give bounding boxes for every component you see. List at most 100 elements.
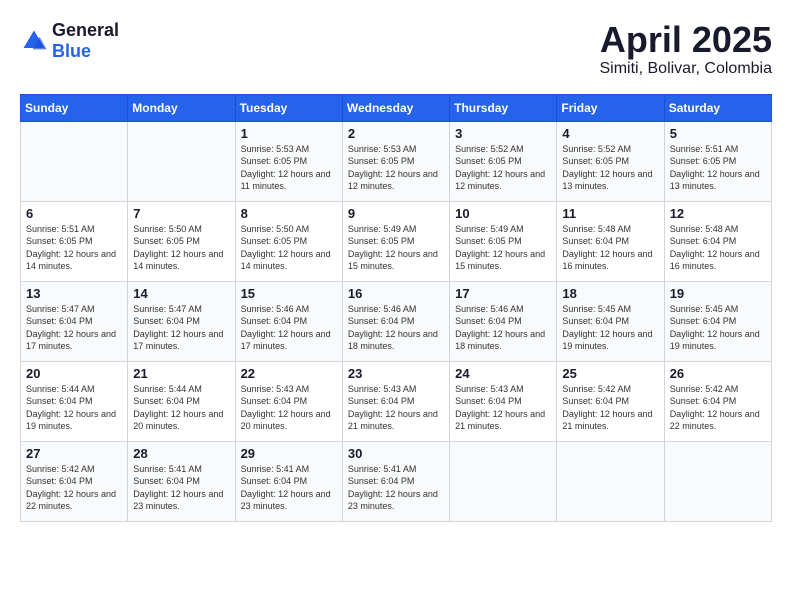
cell-info: Sunrise: 5:44 AM Sunset: 6:04 PM Dayligh… <box>133 383 229 433</box>
cell-info: Sunrise: 5:49 AM Sunset: 6:05 PM Dayligh… <box>348 223 444 273</box>
calendar-cell: 24 Sunrise: 5:43 AM Sunset: 6:04 PM Dayli… <box>450 361 557 441</box>
day-number: 3 <box>455 126 551 141</box>
calendar-cell: 21 Sunrise: 5:44 AM Sunset: 6:04 PM Dayli… <box>128 361 235 441</box>
day-number: 2 <box>348 126 444 141</box>
day-number: 18 <box>562 286 658 301</box>
calendar-title: April 2025 <box>600 20 773 60</box>
calendar-header-row: SundayMondayTuesdayWednesdayThursdayFrid… <box>21 94 772 121</box>
cell-info: Sunrise: 5:49 AM Sunset: 6:05 PM Dayligh… <box>455 223 551 273</box>
calendar-cell <box>664 441 771 521</box>
cell-info: Sunrise: 5:45 AM Sunset: 6:04 PM Dayligh… <box>670 303 766 353</box>
calendar-cell: 10 Sunrise: 5:49 AM Sunset: 6:05 PM Dayli… <box>450 201 557 281</box>
page-header: General Blue April 2025 Simiti, Bolivar,… <box>20 20 772 78</box>
calendar-cell <box>557 441 664 521</box>
calendar-cell: 30 Sunrise: 5:41 AM Sunset: 6:04 PM Dayli… <box>342 441 449 521</box>
cell-info: Sunrise: 5:42 AM Sunset: 6:04 PM Dayligh… <box>26 463 122 513</box>
logo-blue-text: Blue <box>52 41 91 61</box>
day-number: 24 <box>455 366 551 381</box>
cell-info: Sunrise: 5:44 AM Sunset: 6:04 PM Dayligh… <box>26 383 122 433</box>
day-of-week-header: Friday <box>557 94 664 121</box>
cell-info: Sunrise: 5:53 AM Sunset: 6:05 PM Dayligh… <box>348 143 444 193</box>
cell-info: Sunrise: 5:51 AM Sunset: 6:05 PM Dayligh… <box>670 143 766 193</box>
day-number: 10 <box>455 206 551 221</box>
title-block: April 2025 Simiti, Bolivar, Colombia <box>600 20 773 78</box>
cell-info: Sunrise: 5:53 AM Sunset: 6:05 PM Dayligh… <box>241 143 337 193</box>
cell-info: Sunrise: 5:41 AM Sunset: 6:04 PM Dayligh… <box>241 463 337 513</box>
calendar-cell: 6Sunrise: 5:51 AM Sunset: 6:05 PM Daylig… <box>21 201 128 281</box>
day-number: 15 <box>241 286 337 301</box>
day-number: 23 <box>348 366 444 381</box>
calendar-cell: 9 Sunrise: 5:49 AM Sunset: 6:05 PM Daylig… <box>342 201 449 281</box>
calendar-cell: 22 Sunrise: 5:43 AM Sunset: 6:04 PM Dayli… <box>235 361 342 441</box>
day-number: 17 <box>455 286 551 301</box>
day-number: 6 <box>26 206 122 221</box>
cell-info: Sunrise: 5:52 AM Sunset: 6:05 PM Dayligh… <box>455 143 551 193</box>
calendar-cell: 15 Sunrise: 5:46 AM Sunset: 6:04 PM Dayli… <box>235 281 342 361</box>
calendar-cell: 12 Sunrise: 5:48 AM Sunset: 6:04 PM Dayli… <box>664 201 771 281</box>
calendar-cell: 13Sunrise: 5:47 AM Sunset: 6:04 PM Dayli… <box>21 281 128 361</box>
calendar-cell: 2 Sunrise: 5:53 AM Sunset: 6:05 PM Daylig… <box>342 121 449 201</box>
calendar-cell: 29 Sunrise: 5:41 AM Sunset: 6:04 PM Dayli… <box>235 441 342 521</box>
day-number: 9 <box>348 206 444 221</box>
cell-info: Sunrise: 5:43 AM Sunset: 6:04 PM Dayligh… <box>348 383 444 433</box>
day-number: 27 <box>26 446 122 461</box>
day-number: 5 <box>670 126 766 141</box>
day-number: 19 <box>670 286 766 301</box>
cell-info: Sunrise: 5:43 AM Sunset: 6:04 PM Dayligh… <box>241 383 337 433</box>
logo-icon <box>20 27 48 55</box>
calendar-week-row: 27 Sunrise: 5:42 AM Sunset: 6:04 PM Dayli… <box>21 441 772 521</box>
cell-info: Sunrise: 5:42 AM Sunset: 6:04 PM Dayligh… <box>562 383 658 433</box>
day-number: 29 <box>241 446 337 461</box>
calendar-cell: 26Sunrise: 5:42 AM Sunset: 6:04 PM Dayli… <box>664 361 771 441</box>
logo: General Blue <box>20 20 119 62</box>
cell-info: Sunrise: 5:50 AM Sunset: 6:05 PM Dayligh… <box>241 223 337 273</box>
calendar-cell: 27 Sunrise: 5:42 AM Sunset: 6:04 PM Dayli… <box>21 441 128 521</box>
day-number: 30 <box>348 446 444 461</box>
day-of-week-header: Thursday <box>450 94 557 121</box>
calendar-cell: 4 Sunrise: 5:52 AM Sunset: 6:05 PM Daylig… <box>557 121 664 201</box>
calendar-cell: 14 Sunrise: 5:47 AM Sunset: 6:04 PM Dayli… <box>128 281 235 361</box>
cell-info: Sunrise: 5:46 AM Sunset: 6:04 PM Dayligh… <box>241 303 337 353</box>
calendar-cell: 23 Sunrise: 5:43 AM Sunset: 6:04 PM Dayli… <box>342 361 449 441</box>
calendar-cell <box>21 121 128 201</box>
calendar-table: SundayMondayTuesdayWednesdayThursdayFrid… <box>20 94 772 522</box>
cell-info: Sunrise: 5:52 AM Sunset: 6:05 PM Dayligh… <box>562 143 658 193</box>
day-number: 11 <box>562 206 658 221</box>
calendar-cell <box>128 121 235 201</box>
day-of-week-header: Sunday <box>21 94 128 121</box>
day-number: 28 <box>133 446 229 461</box>
cell-info: Sunrise: 5:41 AM Sunset: 6:04 PM Dayligh… <box>348 463 444 513</box>
day-number: 21 <box>133 366 229 381</box>
cell-info: Sunrise: 5:48 AM Sunset: 6:04 PM Dayligh… <box>670 223 766 273</box>
calendar-cell: 3 Sunrise: 5:52 AM Sunset: 6:05 PM Daylig… <box>450 121 557 201</box>
day-number: 25 <box>562 366 658 381</box>
calendar-cell: 16Sunrise: 5:46 AM Sunset: 6:04 PM Dayli… <box>342 281 449 361</box>
day-number: 26 <box>670 366 766 381</box>
cell-info: Sunrise: 5:46 AM Sunset: 6:04 PM Dayligh… <box>455 303 551 353</box>
cell-info: Sunrise: 5:47 AM Sunset: 6:04 PM Dayligh… <box>133 303 229 353</box>
calendar-week-row: 13 Sunrise: 5:47 AM Sunset: 6:04 PM Dayli… <box>21 281 772 361</box>
calendar-cell: 28Sunrise: 5:41 AM Sunset: 6:04 PM Dayli… <box>128 441 235 521</box>
cell-info: Sunrise: 5:45 AM Sunset: 6:04 PM Dayligh… <box>562 303 658 353</box>
day-number: 22 <box>241 366 337 381</box>
day-of-week-header: Wednesday <box>342 94 449 121</box>
calendar-cell: 7Sunrise: 5:50 AM Sunset: 6:05 PM Daylig… <box>128 201 235 281</box>
calendar-cell <box>450 441 557 521</box>
calendar-week-row: 1 Sunrise: 5:53 AM Sunset: 6:05 PM Daylig… <box>21 121 772 201</box>
day-number: 1 <box>241 126 337 141</box>
day-number: 4 <box>562 126 658 141</box>
calendar-week-row: 6Sunrise: 5:51 AM Sunset: 6:05 PM Daylig… <box>21 201 772 281</box>
day-of-week-header: Saturday <box>664 94 771 121</box>
day-number: 14 <box>133 286 229 301</box>
day-number: 20 <box>26 366 122 381</box>
day-of-week-header: Tuesday <box>235 94 342 121</box>
calendar-cell: 20 Sunrise: 5:44 AM Sunset: 6:04 PM Dayli… <box>21 361 128 441</box>
calendar-cell: 8Sunrise: 5:50 AM Sunset: 6:05 PM Daylig… <box>235 201 342 281</box>
cell-info: Sunrise: 5:43 AM Sunset: 6:04 PM Dayligh… <box>455 383 551 433</box>
calendar-cell: 18 Sunrise: 5:45 AM Sunset: 6:04 PM Dayli… <box>557 281 664 361</box>
day-number: 12 <box>670 206 766 221</box>
calendar-cell: 1 Sunrise: 5:53 AM Sunset: 6:05 PM Daylig… <box>235 121 342 201</box>
day-number: 16 <box>348 286 444 301</box>
cell-info: Sunrise: 5:50 AM Sunset: 6:05 PM Dayligh… <box>133 223 229 273</box>
day-number: 13 <box>26 286 122 301</box>
